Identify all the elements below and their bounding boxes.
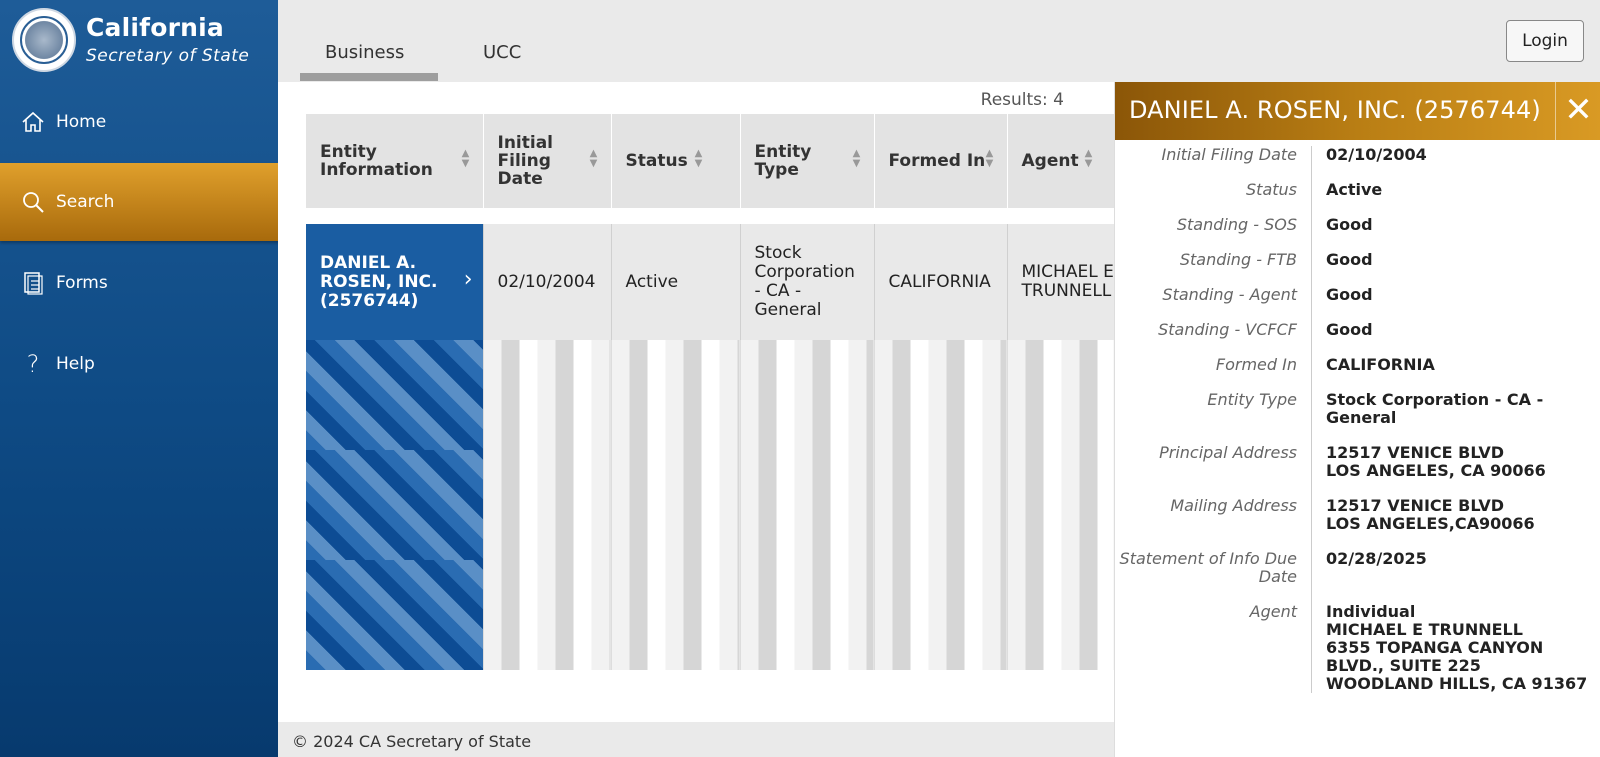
detail-row: Standing - SOS Good [1115,216,1600,251]
sidebar-item-search[interactable]: Search [0,163,292,241]
entity-detail-panel: DANIEL A. ROSEN, INC. (2576744) ✕ Initia… [1114,82,1600,757]
login-button[interactable]: Login [1506,20,1584,62]
detail-row: Formed In CALIFORNIA [1115,356,1600,391]
column-header-filing-date[interactable]: Initial Filing Date ▲ ▼ [483,114,612,208]
table-row-redacted[interactable] [306,560,1115,670]
sidebar-item-label: Forms [56,273,108,293]
table-row[interactable]: DANIEL A. ROSEN, INC. (2576744) › 02/10/2… [306,224,1115,340]
search-icon [20,189,46,215]
sidebar-item-help[interactable]: ? Help [0,326,278,402]
footer-copyright: © 2024 CA Secretary of State [278,722,1114,757]
tab-ucc[interactable]: UCC [483,42,521,63]
detail-row: Standing - Agent Good [1115,286,1600,321]
state-seal-logo[interactable] [12,8,76,72]
column-header-entity[interactable]: Entity Information ▲ ▼ [306,114,484,208]
entity-cell[interactable]: DANIEL A. ROSEN, INC. (2576744) › [306,224,484,340]
sort-icon: ▲ ▼ [1084,148,1093,169]
results-area: Results: 4 Entity Information ▲ ▼ Initial … [278,82,1115,722]
detail-row: Entity Type Stock Corporation - CA - Gene… [1115,391,1600,444]
sidebar-item-label: Help [56,354,95,374]
status-cell: Active [611,224,741,340]
table-row-redacted[interactable] [306,450,1115,560]
detail-row: Status Active [1115,181,1600,216]
sort-icon: ▲ ▼ [852,148,861,169]
panel-header: DANIEL A. ROSEN, INC. (2576744) ✕ [1115,82,1600,140]
tab-business[interactable]: Business [325,42,404,63]
detail-row: Standing - FTB Good [1115,251,1600,286]
table-row-redacted[interactable] [306,340,1115,450]
filing-date-cell: 02/10/2004 [483,224,612,340]
sidebar-item-home[interactable]: Home [0,84,278,160]
sort-icon: ▲ ▼ [694,148,703,169]
brand-title: California [86,13,224,42]
sidebar-item-label: Home [56,112,107,132]
detail-row: Statement of Info Due Date 02/28/2025 [1115,550,1600,603]
results-table: Entity Information ▲ ▼ Initial Filing Date… [306,114,1115,670]
column-header-formed-in[interactable]: Formed In ▲ ▼ [874,114,1008,208]
results-count: Results: 4 [980,90,1064,110]
agent-cell: MICHAEL E TRUNNELL [1007,224,1115,340]
home-icon [20,109,46,135]
sidebar: California Secretary of State Home Searc… [0,0,292,757]
sort-icon: ▲ ▼ [589,148,598,169]
close-icon[interactable]: ✕ [1555,82,1600,140]
question-mark-icon: ? [26,350,40,378]
brand-subtitle: Secretary of State [86,46,250,66]
top-tabs: Business UCC [278,0,1600,82]
chevron-right-icon: › [463,267,473,292]
detail-list: Initial Filing Date 02/10/2004 Status Acti… [1115,146,1600,693]
detail-row: Mailing Address 12517 VENICE BLVD LOS ANG… [1115,497,1600,550]
detail-row: Standing - VCFCF Good [1115,321,1600,356]
sidebar-item-forms[interactable]: Forms [0,245,278,321]
sidebar-item-label: Search [56,192,115,212]
document-icon [20,270,46,296]
entity-type-cell: Stock Corporation - CA - General [740,224,875,340]
column-header-agent[interactable]: Agent ▲ ▼ [1007,114,1115,208]
detail-row: Principal Address 12517 VENICE BLVD LOS A… [1115,444,1600,497]
detail-row: Initial Filing Date 02/10/2004 [1115,146,1600,181]
panel-title: DANIEL A. ROSEN, INC. (2576744) [1129,96,1541,124]
sort-icon: ▲ ▼ [985,148,994,169]
column-header-status[interactable]: Status ▲ ▼ [611,114,741,208]
formed-in-cell: CALIFORNIA [874,224,1008,340]
detail-row: Agent Individual MICHAEL E TRUNNELL 6355 … [1115,603,1600,693]
column-header-entity-type[interactable]: Entity Type ▲ ▼ [740,114,875,208]
active-tab-indicator [300,73,438,81]
sort-icon: ▲ ▼ [461,148,470,169]
